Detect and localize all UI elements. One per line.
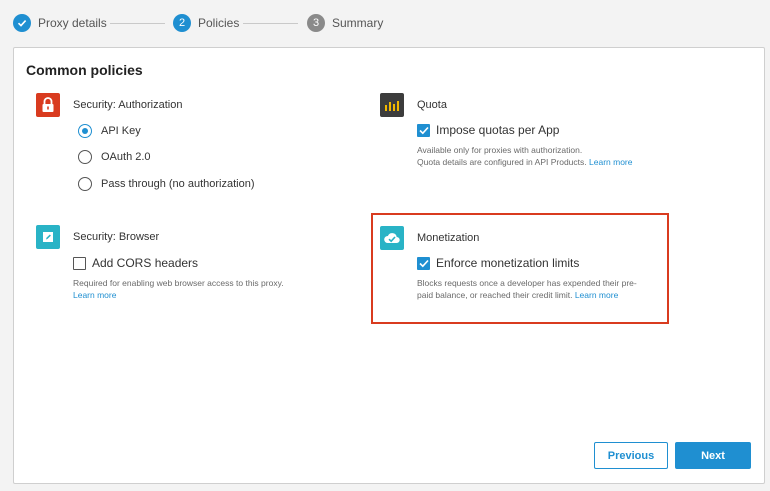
next-button[interactable]: Next (675, 442, 751, 469)
radio-label: Pass through (no authorization) (101, 178, 255, 190)
previous-button[interactable]: Previous (594, 442, 668, 469)
step-label: Policies (198, 16, 240, 30)
radio-button[interactable] (78, 177, 92, 191)
checkbox-label: Add CORS headers (92, 256, 199, 270)
impose-quotas-checkbox-row[interactable]: Impose quotas per App (417, 122, 559, 138)
cors-checkbox-row[interactable]: Add CORS headers (73, 255, 198, 271)
radio-api-key[interactable]: API Key (78, 123, 141, 139)
policy-name: Quota (417, 99, 447, 111)
monetization-checkbox[interactable] (417, 256, 430, 270)
browser-learn-more-link[interactable]: Learn more (73, 290, 116, 300)
step-connector (110, 23, 165, 24)
cloud-check-icon (380, 226, 404, 250)
checkmark-icon (13, 14, 31, 32)
browser-help-text: Required for enabling web browser access… (73, 278, 353, 301)
step-label: Summary (332, 16, 384, 30)
step-number: 3 (307, 14, 325, 32)
radio-oauth[interactable]: OAuth 2.0 (78, 149, 151, 165)
lock-icon (36, 93, 60, 117)
policy-browser: Security: Browser Add CORS headers Requi… (36, 225, 336, 305)
pencil-icon (36, 225, 60, 249)
policy-authorization: Security: Authorization API Key OAuth 2.… (36, 93, 336, 203)
help-line: Available only for proxies with authoriz… (417, 145, 583, 155)
policies-card: Common policies Security: Authorization … (13, 47, 765, 484)
policy-quota: Quota Impose quotas per App Available on… (380, 93, 750, 173)
help-line: Blocks requests once a developer has exp… (417, 278, 637, 288)
monetization-help-text: Blocks requests once a developer has exp… (417, 278, 677, 301)
radio-button[interactable] (78, 124, 92, 138)
step-summary[interactable]: 3 Summary (307, 13, 383, 33)
policy-name: Security: Browser (73, 231, 160, 243)
step-proxy-details[interactable]: Proxy details (13, 13, 107, 33)
cors-checkbox[interactable] (73, 256, 86, 270)
help-line: paid balance, or reached their credit li… (417, 289, 573, 300)
step-label: Proxy details (38, 16, 107, 30)
help-line: Required for enabling web browser access… (73, 278, 284, 288)
policy-name: Monetization (417, 232, 480, 244)
card-title: Common policies (26, 62, 143, 78)
checkbox-label: Enforce monetization limits (436, 256, 580, 270)
monetization-learn-more-link[interactable]: Learn more (575, 290, 618, 300)
step-connector (243, 23, 298, 24)
radio-button[interactable] (78, 150, 92, 164)
policy-monetization: Monetization Enforce monetization limits… (380, 226, 670, 306)
checkbox-label: Impose quotas per App (436, 123, 560, 137)
radio-label: OAuth 2.0 (101, 151, 151, 163)
bar-chart-icon (380, 93, 404, 117)
quota-help-text: Available only for proxies with authoriz… (417, 145, 747, 168)
impose-quotas-checkbox[interactable] (417, 123, 430, 137)
wizard-stepper: Proxy details 2 Policies 3 Summary (0, 0, 770, 46)
quota-learn-more-link[interactable]: Learn more (589, 157, 632, 167)
policy-name: Security: Authorization (73, 99, 183, 111)
step-number: 2 (173, 14, 191, 32)
radio-label: API Key (101, 125, 141, 137)
step-policies[interactable]: 2 Policies (173, 13, 239, 33)
help-line: Quota details are configured in API Prod… (417, 156, 587, 167)
monetization-checkbox-row[interactable]: Enforce monetization limits (417, 255, 579, 271)
radio-pass-through[interactable]: Pass through (no authorization) (78, 176, 254, 192)
